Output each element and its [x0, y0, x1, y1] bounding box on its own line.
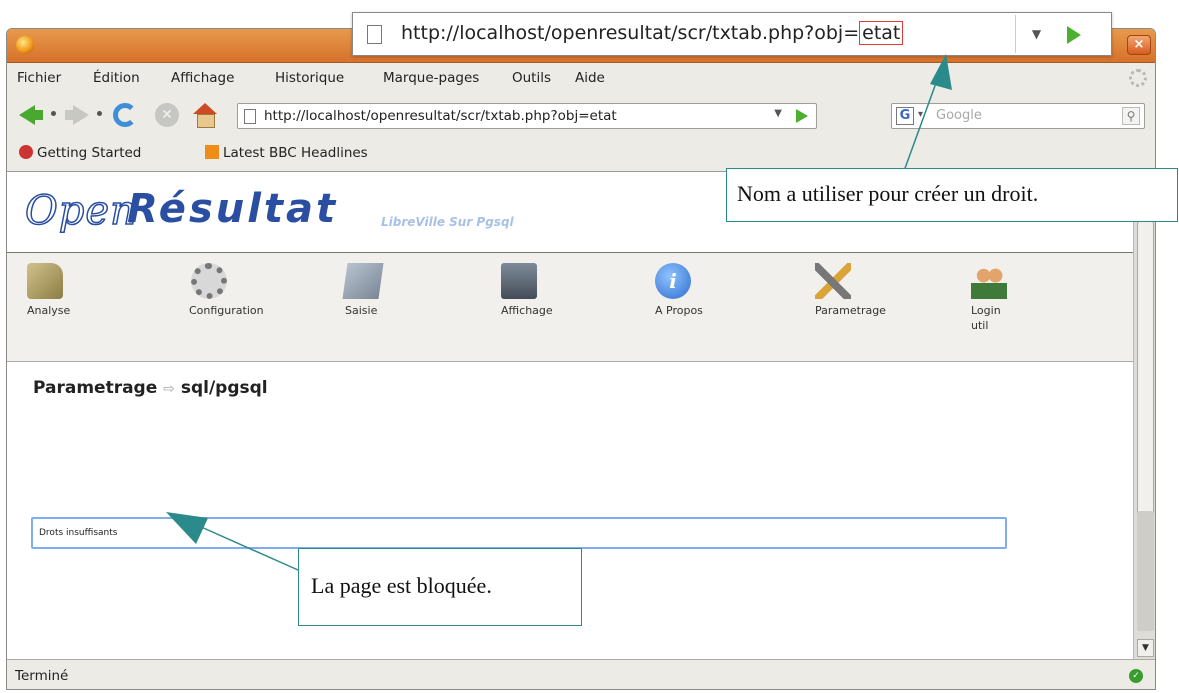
throbber-icon	[1129, 69, 1147, 87]
tab-analyse[interactable]: Analyse	[27, 263, 127, 318]
monitor-icon	[501, 263, 537, 299]
saisie-icon	[342, 263, 384, 299]
menu-marque-pages[interactable]: Marque-pages	[383, 70, 479, 86]
status-bar: Terminé ✓	[7, 659, 1155, 689]
firefox-icon	[16, 36, 34, 54]
zoomed-url-dropdown-icon: ▼	[1015, 15, 1057, 53]
forward-arrow-icon[interactable]	[65, 103, 89, 127]
users-icon	[971, 263, 1007, 299]
breadcrumb-page: sql/pgsql	[180, 378, 268, 398]
scroll-down-arrow-icon[interactable]: ▼	[1137, 639, 1154, 657]
tab-configuration[interactable]: Configuration	[189, 263, 289, 318]
error-message-text: Drots insuffisants	[39, 528, 118, 538]
search-input[interactable]: Google	[936, 108, 982, 123]
annotation-page-bloquee: La page est bloquée.	[298, 548, 582, 626]
navigation-toolbar: ✕ http://localhost/openresultat/scr/txta…	[7, 95, 1155, 135]
zoomed-url-callout: http://localhost/openresultat/scr/txtab.…	[352, 12, 1112, 56]
zoomed-go-arrow-icon	[1067, 26, 1081, 44]
menu-fichier[interactable]: Fichier	[17, 70, 61, 86]
google-icon[interactable]: G	[896, 107, 914, 125]
logo-open: Open	[24, 187, 137, 235]
page-icon	[367, 25, 382, 44]
breadcrumb-arrow-icon: ⇨	[163, 381, 175, 397]
menu-affichage[interactable]: Affichage	[171, 70, 234, 86]
zoomed-url-text: http://localhost/openresultat/scr/txtab.…	[401, 21, 904, 45]
close-window-button[interactable]: ×	[1127, 35, 1151, 55]
search-icon[interactable]: ⚲	[1122, 107, 1140, 125]
home-icon[interactable]	[193, 103, 217, 128]
status-text: Terminé	[15, 668, 69, 684]
annotation-droit: Nom a utiliser pour créer un droit.	[726, 168, 1178, 222]
page-icon	[244, 109, 256, 124]
menu-edition[interactable]: Édition	[93, 70, 140, 86]
tab-login-util[interactable]: Login util	[971, 263, 1071, 333]
url-history-dropdown-icon[interactable]: ▼	[774, 108, 782, 119]
analyse-icon	[27, 263, 63, 299]
rss-feed-icon	[205, 145, 219, 159]
back-history-dropdown-icon[interactable]	[51, 111, 56, 116]
url-bar[interactable]: http://localhost/openresultat/scr/txtab.…	[237, 103, 817, 129]
main-menu-tabs: Analyse Configuration Saisie Affichage i…	[7, 252, 1133, 362]
breadcrumb: Parametrage ⇨ sql/pgsql	[33, 378, 268, 398]
bookmarks-toolbar: Getting Started Latest BBC Headlines	[7, 137, 1155, 169]
url-highlight-etat: etat	[859, 21, 904, 45]
logo-resultat: Résultat	[127, 186, 339, 232]
forward-history-dropdown-icon[interactable]	[97, 111, 102, 116]
menu-bar: Fichier Édition Affichage Historique Mar…	[7, 63, 1155, 93]
tab-parametrage[interactable]: Parametrage	[815, 263, 915, 318]
tab-a-propos[interactable]: i A Propos	[655, 263, 755, 318]
url-text[interactable]: http://localhost/openresultat/scr/txtab.…	[264, 108, 617, 124]
scrollbar-thumb[interactable]	[1137, 511, 1154, 631]
bookmark-getting-started[interactable]: Getting Started	[19, 145, 141, 161]
vertical-scrollbar[interactable]: ▼	[1133, 171, 1155, 659]
search-engine-dropdown-icon[interactable]: ▾	[918, 109, 923, 120]
status-ok-icon: ✓	[1129, 669, 1143, 683]
getting-started-icon	[19, 145, 33, 159]
breadcrumb-section: Parametrage	[33, 378, 158, 398]
menu-historique[interactable]: Historique	[275, 70, 344, 86]
back-arrow-icon[interactable]	[19, 103, 43, 127]
stop-icon[interactable]: ✕	[155, 103, 179, 127]
logo-subtitle: LibreVille Sur Pgsql	[381, 215, 514, 229]
tab-affichage[interactable]: Affichage	[501, 263, 601, 318]
bookmark-latest-bbc[interactable]: Latest BBC Headlines	[205, 145, 368, 161]
go-arrow-icon[interactable]	[796, 109, 808, 123]
reload-icon[interactable]	[113, 103, 137, 127]
menu-aide[interactable]: Aide	[575, 70, 605, 86]
tab-saisie[interactable]: Saisie	[342, 263, 445, 318]
info-icon: i	[655, 263, 691, 299]
gear-icon	[191, 263, 227, 299]
menu-outils[interactable]: Outils	[512, 70, 551, 86]
tools-icon	[815, 263, 851, 299]
search-box[interactable]: G ▾ Google ⚲	[891, 103, 1145, 129]
error-message-box: Drots insuffisants	[31, 517, 1007, 549]
